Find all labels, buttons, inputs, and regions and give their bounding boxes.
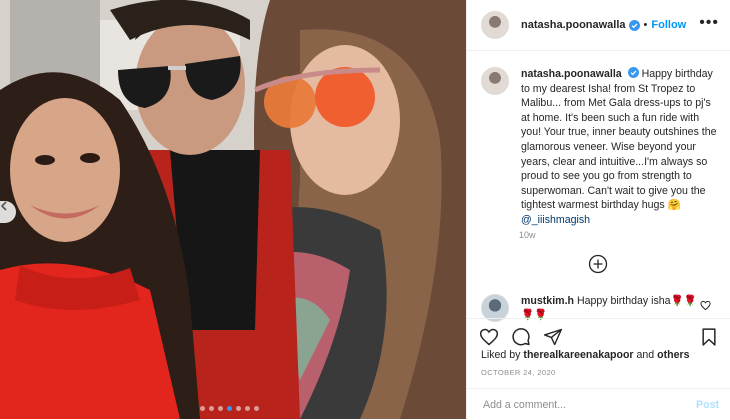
more-options-icon[interactable]: •••: [699, 15, 719, 31]
comment-bubble-icon[interactable]: [511, 327, 531, 347]
action-bar: [467, 318, 730, 353]
post-comment-button[interactable]: Post: [696, 399, 719, 411]
caption-text: natasha.poonawalla Happy birthday to my …: [521, 67, 717, 228]
like-comment-heart-icon[interactable]: [700, 300, 711, 311]
likes-summary: Liked by therealkareenakapoor and others: [481, 349, 690, 361]
caption-avatar[interactable]: [481, 67, 509, 95]
caption-username[interactable]: natasha.poonawalla: [521, 68, 622, 80]
caption-mention[interactable]: @_iiishmagish: [521, 214, 590, 226]
caption: natasha.poonawalla Happy birthday to my …: [481, 67, 721, 228]
commenter-username[interactable]: mustkim.h: [521, 295, 574, 307]
post-photo[interactable]: [0, 0, 466, 419]
carousel-dot: [236, 406, 241, 411]
likes-user[interactable]: therealkareenakapoor: [523, 349, 633, 361]
chevron-left-icon: [0, 201, 7, 211]
carousel-dot: [209, 406, 214, 411]
add-comment-bar: Post: [467, 388, 730, 420]
like-heart-icon[interactable]: [479, 327, 499, 347]
load-more-comments-icon[interactable]: [588, 254, 608, 274]
verified-badge-icon: [628, 19, 640, 31]
carousel-indicator: [200, 406, 259, 411]
carousel-dot: [218, 406, 223, 411]
verified-badge-icon: [627, 67, 639, 78]
follow-button[interactable]: Follow: [651, 19, 686, 31]
likes-and: and: [636, 349, 655, 361]
post-header: natasha.poonawalla • Follow •••: [467, 0, 730, 51]
caption-timestamp[interactable]: 10w: [519, 230, 536, 240]
likes-others[interactable]: others: [657, 349, 689, 361]
carousel-dot: [245, 406, 250, 411]
post-date: OCTOBER 24, 2020: [481, 368, 556, 377]
carousel-dot: [227, 406, 232, 411]
likes-prefix: Liked by: [481, 349, 521, 361]
caption-body: Happy birthday to my dearest Isha! from …: [521, 68, 717, 212]
header-separator: •: [643, 19, 648, 31]
save-bookmark-icon[interactable]: [699, 327, 719, 347]
carousel-dot: [254, 406, 259, 411]
author-avatar[interactable]: [481, 11, 509, 39]
post-side-panel: natasha.poonawalla • Follow ••• natasha.…: [466, 0, 730, 419]
carousel-dot: [200, 406, 205, 411]
selfie-image: [0, 0, 466, 419]
instagram-post-view: natasha.poonawalla • Follow ••• natasha.…: [0, 0, 730, 419]
author-username[interactable]: natasha.poonawalla: [521, 19, 626, 31]
comment-input[interactable]: [481, 397, 675, 412]
share-paper-plane-icon[interactable]: [543, 327, 563, 347]
